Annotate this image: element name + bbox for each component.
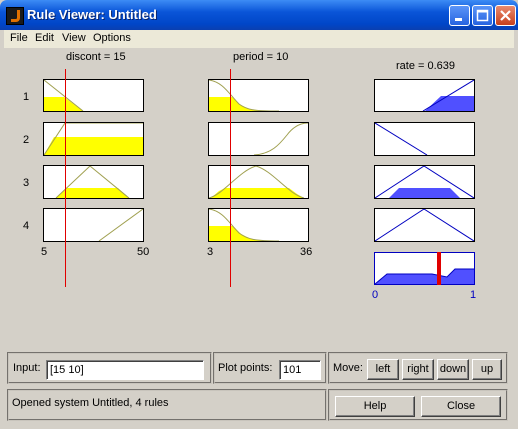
- input1-range-min: 5: [41, 246, 48, 258]
- rule-viewer-window: Rule Viewer: Untitled File Edit View Opt…: [0, 0, 518, 429]
- rule2-output-mf[interactable]: [374, 122, 475, 156]
- input-vector-field[interactable]: [15 10]: [46, 360, 204, 380]
- menu-view[interactable]: View: [62, 32, 86, 44]
- menu-edit[interactable]: Edit: [35, 32, 54, 44]
- mf-plot: [208, 208, 280, 242]
- rule4-input2-mf[interactable]: [208, 208, 309, 242]
- rule-number: 3: [23, 177, 30, 189]
- rule3-input1-mf[interactable]: [43, 165, 144, 199]
- menu-bar: File Edit View Options: [4, 30, 514, 48]
- action-panel: Help Close: [328, 389, 508, 421]
- output-range-min: 0: [372, 289, 379, 301]
- menu-file[interactable]: File: [10, 32, 28, 44]
- input2-value-line[interactable]: [230, 69, 231, 287]
- output-value-indicator: [436, 252, 441, 285]
- rule-number: 4: [23, 220, 30, 232]
- input1-label: discont = 15: [66, 51, 126, 63]
- input2-range-max: 36: [300, 246, 313, 258]
- rule1-output-mf[interactable]: [374, 79, 475, 112]
- input2-label: period = 10: [233, 51, 289, 63]
- input2-range-min: 3: [207, 246, 214, 258]
- mf-plot: [374, 208, 475, 242]
- aggregate-plot: [374, 268, 474, 285]
- rule4-input1-mf[interactable]: [43, 208, 144, 242]
- rule1-input2-mf[interactable]: [208, 79, 309, 112]
- mf-plot: [98, 208, 144, 242]
- mf-plot: [374, 122, 428, 156]
- menu-options[interactable]: Options: [93, 32, 131, 44]
- mf-plot: [422, 79, 475, 112]
- minimize-icon: [455, 18, 462, 21]
- close-window-button[interactable]: [495, 5, 516, 26]
- close-button[interactable]: Close: [421, 396, 501, 417]
- mf-plot: [43, 122, 143, 156]
- help-button[interactable]: Help: [335, 396, 415, 417]
- input-label: Input:: [13, 362, 41, 374]
- minimize-button[interactable]: [449, 5, 470, 26]
- status-panel: Opened system Untitled, 4 rules: [7, 389, 327, 421]
- mf-plot: [374, 165, 475, 199]
- mf-plot: [43, 79, 84, 112]
- input1-value-line[interactable]: [65, 69, 66, 287]
- move-up-button[interactable]: up: [472, 359, 502, 380]
- plot-points-field[interactable]: 101: [279, 360, 321, 380]
- status-text: Opened system Untitled, 4 rules: [12, 397, 169, 409]
- output-label: rate = 0.639: [396, 60, 456, 72]
- move-label: Move:: [333, 362, 363, 374]
- rule3-output-mf[interactable]: [374, 165, 475, 199]
- input1-range-max: 50: [137, 246, 150, 258]
- mf-plot: [208, 165, 305, 199]
- mf-plot: [253, 122, 309, 156]
- rule3-input2-mf[interactable]: [208, 165, 309, 199]
- move-down-button[interactable]: down: [437, 359, 469, 380]
- window-title: Rule Viewer: Untitled: [27, 7, 157, 22]
- output-range-max: 1: [470, 289, 477, 301]
- move-panel: Move: left right down up: [328, 352, 508, 384]
- plot-points-panel: Plot points: 101: [213, 352, 327, 384]
- matlab-app-icon: [6, 7, 24, 25]
- rule2-input2-mf[interactable]: [208, 122, 309, 156]
- move-left-button[interactable]: left: [367, 359, 399, 380]
- maximize-button[interactable]: [472, 5, 493, 26]
- maximize-icon: [476, 9, 489, 22]
- plot-points-label: Plot points:: [218, 362, 273, 374]
- rule1-input1-mf[interactable]: [43, 79, 144, 112]
- rule-number: 1: [23, 91, 30, 103]
- title-bar: Rule Viewer: Untitled: [0, 0, 518, 30]
- rule-number: 2: [23, 134, 30, 146]
- mf-plot: [55, 165, 130, 199]
- mf-plot: [208, 79, 280, 112]
- input-panel: Input: [15 10]: [7, 352, 212, 384]
- close-icon: [500, 10, 511, 21]
- rule2-input1-mf[interactable]: [43, 122, 144, 156]
- rule4-output-mf[interactable]: [374, 208, 475, 242]
- move-right-button[interactable]: right: [402, 359, 434, 380]
- aggregated-output[interactable]: [374, 252, 475, 285]
- rule-plots-area: discont = 15 period = 10 rate = 0.639 1 …: [4, 48, 514, 348]
